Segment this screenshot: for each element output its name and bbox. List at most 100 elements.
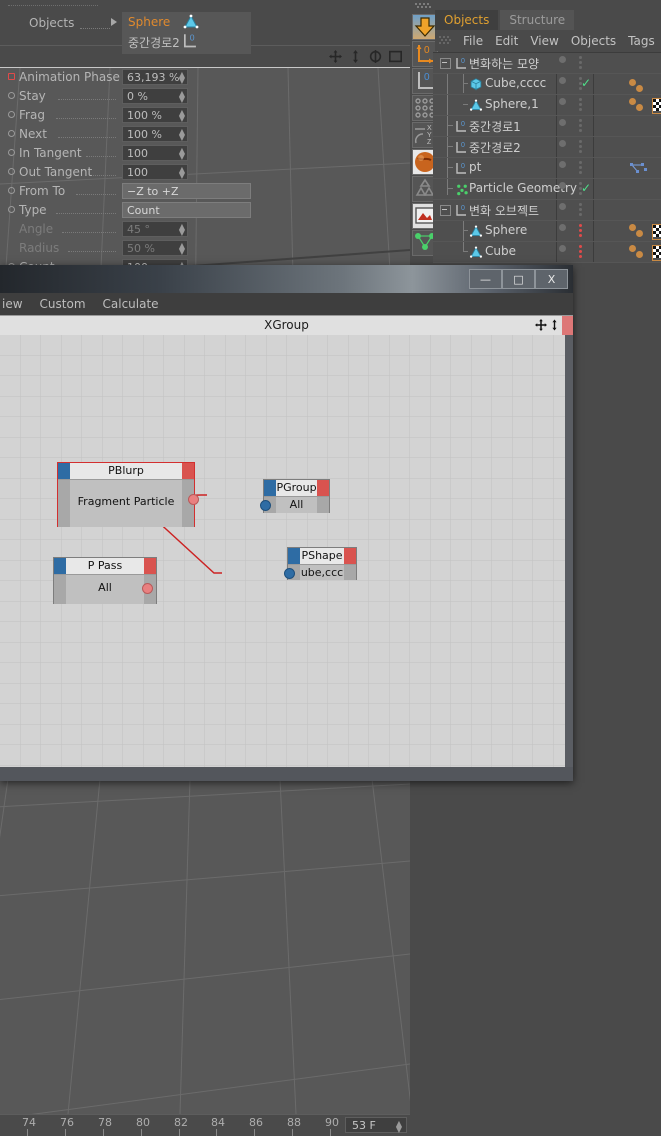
tree-row-3[interactable]: 0 중간경로1 xyxy=(433,116,661,137)
xgroup-titlebar[interactable]: — □ X xyxy=(0,265,573,293)
tree-row-1[interactable]: Cube,cccc ✓ xyxy=(433,74,661,95)
svg-text:0: 0 xyxy=(461,58,465,65)
node-pshape[interactable]: PShape ube,ccc xyxy=(284,547,357,580)
node-body[interactable]: Fragment Particle xyxy=(58,480,199,527)
tree-label: 중간경로2 xyxy=(469,141,521,155)
maximize-icon[interactable] xyxy=(389,50,402,63)
menu-view[interactable]: iew xyxy=(2,297,23,311)
expand-toggle-0[interactable] xyxy=(440,58,451,69)
xgroup-accent-bar xyxy=(562,316,573,335)
move-icon[interactable] xyxy=(329,50,342,63)
node-body[interactable]: All xyxy=(54,575,156,604)
menu-objects[interactable]: Objects xyxy=(571,34,616,48)
node-header[interactable]: PGroup xyxy=(264,480,329,497)
node-header[interactable]: PBlurp xyxy=(58,463,194,480)
null-object-icon: 0 xyxy=(456,121,466,132)
tree-label: Cube,cccc xyxy=(485,76,547,90)
node-header[interactable]: PShape xyxy=(288,548,356,565)
node-output-port[interactable] xyxy=(188,494,199,505)
visibility-check-icon[interactable]: ✓ xyxy=(581,181,591,195)
visibility-check-icon[interactable]: ✓ xyxy=(581,76,591,90)
expand-toggle-7[interactable] xyxy=(440,205,451,216)
menu-edit[interactable]: Edit xyxy=(495,34,518,48)
tree-row-6[interactable]: Particle Geometry ✓ xyxy=(433,179,661,200)
timeline-tick-label: 84 xyxy=(211,1116,225,1129)
node-header[interactable]: P Pass xyxy=(54,558,156,575)
polygon-object-icon xyxy=(469,246,483,258)
xgroup-bottom-gutter xyxy=(0,767,573,781)
scale-icon[interactable] xyxy=(349,50,362,63)
tab-objects[interactable]: Objects xyxy=(435,10,499,30)
checker-texture-icon[interactable] xyxy=(652,245,661,261)
null-object-icon: 0 xyxy=(456,205,466,216)
null-object-icon: 0 xyxy=(456,163,466,174)
tree-row-4[interactable]: 0 중간경로2 xyxy=(433,137,661,158)
polygon-object-icon xyxy=(469,225,483,237)
tree-label: 변화 오브젝트 xyxy=(469,204,540,218)
tab-structure[interactable]: Structure xyxy=(500,10,575,30)
node-output-port[interactable] xyxy=(142,583,153,594)
tree-row-2[interactable]: Sphere,1 xyxy=(433,95,661,116)
svg-text:0: 0 xyxy=(424,72,430,83)
svg-text:Y: Y xyxy=(427,132,432,139)
null-object-icon: 0 xyxy=(456,142,466,153)
svg-text:0: 0 xyxy=(461,142,465,149)
updown-grip-icon[interactable] xyxy=(549,319,560,331)
tree-label: Cube xyxy=(485,244,516,258)
down-arrow-glyph xyxy=(414,17,436,37)
svg-text:0: 0 xyxy=(461,205,465,212)
checker-texture-icon[interactable] xyxy=(652,224,661,240)
move-grip-icon[interactable] xyxy=(535,319,547,331)
node-body-text: All xyxy=(98,581,112,594)
node-pgroup[interactable]: PGroup All xyxy=(260,479,330,513)
tree-row-7[interactable]: 0 변화 오브젝트 xyxy=(433,200,661,221)
checker-texture-icon[interactable] xyxy=(652,98,661,114)
close-button[interactable]: X xyxy=(535,269,568,289)
node-body-text: ube,ccc xyxy=(300,566,344,579)
xgroup-right-gutter xyxy=(565,335,573,767)
tree-row-0[interactable]: 0 변화하는 모양 xyxy=(433,53,661,74)
tree-label: Sphere,1 xyxy=(485,97,539,111)
tree-row-9[interactable]: Cube xyxy=(433,242,661,263)
tree-row-5[interactable]: 0 pt xyxy=(433,158,661,179)
viewport-canvas-bottom[interactable] xyxy=(0,779,410,1114)
menu-tags[interactable]: Tags xyxy=(628,34,655,48)
spinner-icon[interactable]: ▲▼ xyxy=(396,1120,402,1134)
object-manager-tabs[interactable]: Objects Structure xyxy=(435,10,576,30)
current-frame-field[interactable]: 53 F ▲ ▼ xyxy=(345,1117,407,1134)
tree-label: 중간경로1 xyxy=(469,120,521,134)
object-tree[interactable]: 0 변화하는 모양 Cube,cccc ✓ Sphere,1 0 중간경로1 0… xyxy=(433,52,661,263)
node-body[interactable]: All xyxy=(260,497,329,513)
particle-tag-icon[interactable] xyxy=(629,162,649,175)
maximize-button[interactable]: □ xyxy=(502,269,535,289)
tree-label: Sphere xyxy=(485,223,528,237)
node-pblurp[interactable]: PBlurp Fragment Particle xyxy=(57,462,199,527)
minimize-button[interactable]: — xyxy=(469,269,502,289)
object-manager-menubar[interactable]: File Edit View Objects Tags xyxy=(435,30,661,51)
tree-row-8[interactable]: Sphere xyxy=(433,221,661,242)
tree-label: 변화하는 모양 xyxy=(469,57,540,71)
node-input-port[interactable] xyxy=(284,568,295,579)
menu-view[interactable]: View xyxy=(530,34,558,48)
xgroup-header-bar[interactable]: XGroup xyxy=(0,315,573,337)
polygon-object-icon xyxy=(469,99,483,111)
xgroup-menubar[interactable]: iew Custom Calculate xyxy=(0,293,573,315)
perspective-grid-2 xyxy=(0,779,410,1114)
timeline-tick-label: 80 xyxy=(136,1116,150,1129)
menu-calculate[interactable]: Calculate xyxy=(103,297,159,311)
node-title: PBlurp xyxy=(108,464,144,477)
node-input-port[interactable] xyxy=(260,500,271,511)
node-body[interactable]: ube,ccc xyxy=(284,565,356,580)
node-ppass[interactable]: P Pass All xyxy=(53,557,157,604)
timeline-tick-label: 86 xyxy=(249,1116,263,1129)
timeline-tick-label: 82 xyxy=(174,1116,188,1129)
rotate-icon[interactable] xyxy=(369,50,382,63)
menu-custom[interactable]: Custom xyxy=(40,297,86,311)
tree-label: pt xyxy=(469,160,482,174)
menu-file[interactable]: File xyxy=(463,34,483,48)
xgroup-node-canvas[interactable]: PBlurp Fragment Particle PGroup All PSha… xyxy=(0,335,565,767)
timeline-tick-label: 88 xyxy=(287,1116,301,1129)
menu-grip-icon xyxy=(439,36,451,44)
cube-icon xyxy=(470,78,482,91)
xgroup-window[interactable]: — □ X iew Custom Calculate XGroup PBlurp… xyxy=(0,265,573,781)
